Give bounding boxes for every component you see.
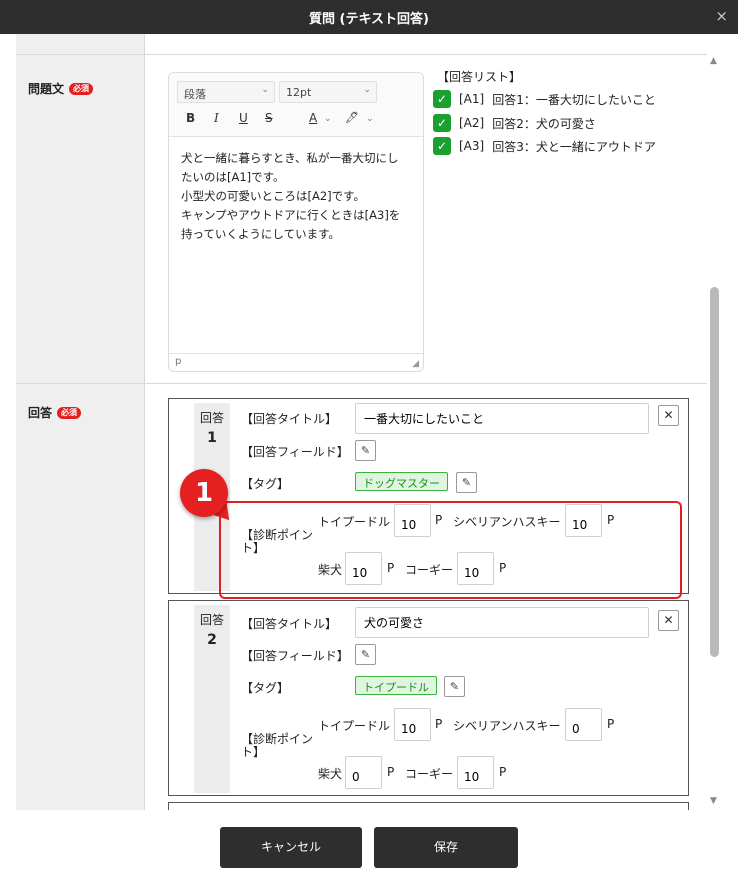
chevron-down-icon: ⌄ <box>363 85 371 95</box>
pencil-icon: ✎ <box>360 444 371 457</box>
point-unit: P <box>435 717 443 731</box>
edit-tag-button[interactable]: ✎ <box>444 676 465 697</box>
answer-number: 回答 2 <box>194 605 230 793</box>
editor-statusbar: p ◢ <box>169 353 423 371</box>
italic-button[interactable]: I <box>214 111 219 125</box>
resize-handle-icon[interactable]: ◢ <box>412 359 419 369</box>
editor-toolbar: 段落 ⌄ 12pt ⌄ B I U S A ⌄ 🖊 ⌄ <box>169 73 423 137</box>
pencil-icon: ✎ <box>449 680 460 693</box>
point-name: コーギー <box>405 767 454 781</box>
pencil-icon: ✎ <box>360 648 371 661</box>
point-name: シベリアンハスキー <box>453 719 561 733</box>
strikethrough-button[interactable]: S <box>265 111 273 125</box>
point-unit: P <box>499 765 507 779</box>
font-size-select[interactable]: 12pt ⌄ <box>279 81 377 103</box>
close-icon: ✕ <box>663 408 674 422</box>
scrollbar-thumb[interactable] <box>710 287 719 657</box>
required-badge: 必須 <box>57 406 82 419</box>
answer-title-label: 【回答タイトル】 <box>241 412 338 426</box>
dialog-title: 質問 (テキスト回答) <box>308 12 430 27</box>
editor-content[interactable]: 犬と一緒に暮らすとき、私が一番大切にし たいのは[A1]です。 小型犬の可愛いと… <box>181 149 417 244</box>
cancel-button[interactable]: キャンセル <box>220 827 362 868</box>
point-unit: P <box>607 717 615 731</box>
dialog: 質問 (テキスト回答) × 問題文 必須 段落 ⌄ 12pt ⌄ B I U S… <box>0 0 738 884</box>
chevron-down-icon[interactable]: ⌄ <box>366 114 374 124</box>
tag-label: 【タグ】 <box>241 477 290 491</box>
point-name: トイプードル <box>318 719 391 733</box>
scroll-up-icon[interactable]: ▲ <box>710 56 717 66</box>
answer-list-item: ✓ [A2] 回答2：犬の可愛さ <box>433 114 596 132</box>
dialog-footer: キャンセル 保存 <box>0 810 738 884</box>
answer-field-label: 【回答フィールド】 <box>241 445 349 459</box>
chevron-down-icon[interactable]: ⌄ <box>324 114 332 124</box>
tag-badge: ドッグマスター <box>355 472 448 491</box>
checkbox-checked-icon[interactable]: ✓ <box>433 137 451 155</box>
point-name: 柴犬 <box>318 767 343 781</box>
delete-answer-button[interactable]: ✕ <box>658 610 679 631</box>
edit-tag-button[interactable]: ✎ <box>456 472 477 493</box>
pencil-icon: ✎ <box>461 476 472 489</box>
dialog-header: 質問 (テキスト回答) × <box>0 0 738 34</box>
point-unit: P <box>387 765 395 779</box>
bold-button[interactable]: B <box>186 111 195 125</box>
tag-badge: トイプードル <box>355 676 437 695</box>
answer-title-input[interactable] <box>355 403 649 434</box>
answers-label: 回答 必須 <box>28 404 82 421</box>
answer-card-3 <box>168 802 689 810</box>
close-icon[interactable]: × <box>715 7 728 25</box>
required-badge: 必須 <box>69 82 94 95</box>
rich-text-editor[interactable]: 段落 ⌄ 12pt ⌄ B I U S A ⌄ 🖊 ⌄ 犬と一緒に暮らすとき、私… <box>168 72 424 372</box>
close-icon: ✕ <box>663 613 674 627</box>
save-button[interactable]: 保存 <box>374 827 518 868</box>
annotation-highlight <box>219 501 682 599</box>
answer-list-title: 【回答リスト】 <box>437 70 522 84</box>
answer-title-label: 【回答タイトル】 <box>241 617 338 631</box>
tag-label: 【タグ】 <box>241 681 290 695</box>
underline-button[interactable]: U <box>239 111 248 125</box>
answer-list-item: ✓ [A1] 回答1：一番大切にしたいこと <box>433 90 656 108</box>
answer-title-input[interactable] <box>355 607 649 638</box>
highlight-icon[interactable]: 🖊 <box>345 111 359 124</box>
point-input[interactable] <box>394 708 431 741</box>
delete-answer-button[interactable]: ✕ <box>658 405 679 426</box>
edit-field-button[interactable]: ✎ <box>355 440 376 461</box>
annotation-callout: 1 <box>180 469 228 517</box>
font-color-button[interactable]: A <box>309 111 317 125</box>
point-input[interactable] <box>565 708 602 741</box>
edit-field-button[interactable]: ✎ <box>355 644 376 665</box>
point-input[interactable] <box>345 756 382 789</box>
label-column <box>16 34 144 810</box>
diagnosis-points-label: 【診断ポイント】 <box>241 732 314 759</box>
checkbox-checked-icon[interactable]: ✓ <box>433 90 451 108</box>
chevron-down-icon: ⌄ <box>261 85 269 95</box>
checkbox-checked-icon[interactable]: ✓ <box>433 114 451 132</box>
form-scroll-area[interactable]: 問題文 必須 段落 ⌄ 12pt ⌄ B I U S A ⌄ 🖊 ⌄ 犬と一緒に… <box>0 34 738 810</box>
scroll-down-icon[interactable]: ▼ <box>710 796 717 806</box>
point-input[interactable] <box>457 756 494 789</box>
answer-list-item: ✓ [A3] 回答3：犬と一緒にアウトドア <box>433 137 656 155</box>
answer-field-label: 【回答フィールド】 <box>241 649 349 663</box>
answer-card-2: 回答 2 【回答タイトル】 ✕ 【回答フィールド】 ✎ 【タグ】 トイプードル … <box>168 600 689 796</box>
paragraph-select[interactable]: 段落 ⌄ <box>177 81 275 103</box>
question-text-label: 問題文 必須 <box>28 80 94 97</box>
